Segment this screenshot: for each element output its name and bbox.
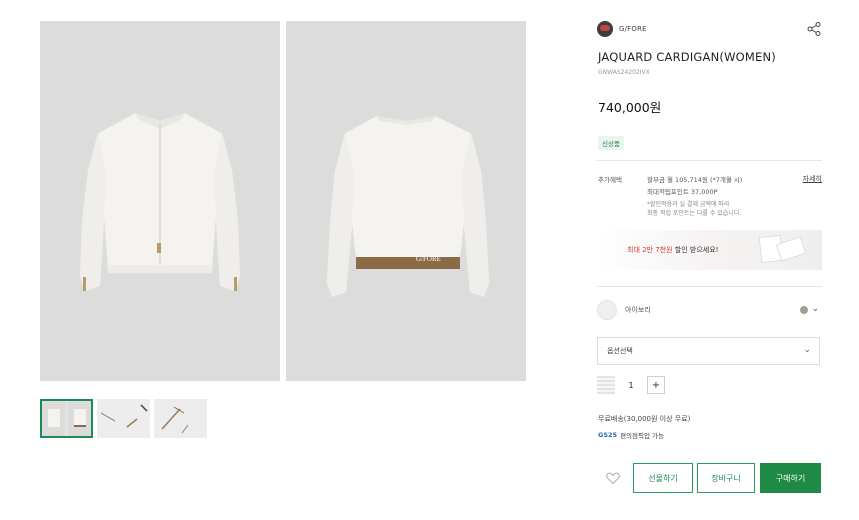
share-icon[interactable] [806,21,822,37]
thumb-cardigan-icon [40,399,93,438]
product-price: 740,000원 [598,100,662,115]
back-print-text: G/FORE [416,255,441,263]
option-select-dropdown[interactable]: 옵션선택 ⌄ [597,337,820,365]
color-selector[interactable]: 아이보리 ⌄ [597,298,822,322]
cardigan-front-icon [40,21,280,381]
product-photo-back[interactable]: G/FORE [286,21,526,381]
brand-row: G/FORE [597,20,825,38]
gift-button[interactable]: 선물하기 [633,463,693,493]
brand-name[interactable]: G/FORE [619,25,647,33]
color-name: 아이보리 [625,306,651,314]
benefits-label: 추가혜택 [598,176,622,184]
points-note-line2: 최종 적립 포인트는 다를 수 있습니다. [647,210,742,217]
product-photo-front[interactable] [40,21,280,381]
points-note-line1: *할인적용과 실 결제 금액에 따라 [647,201,730,208]
new-arrival-badge: 신상품 [598,136,624,150]
max-points-info: 최대적립포인트 37,000P [647,188,718,196]
pickup-info: 편의점픽업 가능 [620,432,664,440]
promo-text: 최대 2만 7천원 할인 받으세요! [627,245,718,255]
color-chip-icon [597,300,617,320]
pickup-row: GS25 편의점픽업 가능 [598,430,664,440]
product-title: JAQUARD CARDIGAN(WOMEN) [598,50,776,64]
gs25-logo-icon: GS25 [598,431,618,439]
divider [597,286,822,287]
buy-now-button[interactable]: 구매하기 [760,463,821,493]
thumbnail-3[interactable] [154,399,207,438]
quantity-stepper: 1 + [597,376,665,394]
divider [597,160,822,161]
promo-message: 할인 받으세요! [672,246,719,254]
chevron-down-icon: ⌄ [811,304,819,314]
benefits-detail-link[interactable]: 자세히 [803,174,822,184]
add-to-cart-button[interactable]: 장바구니 [697,463,755,493]
quantity-value: 1 [628,380,634,390]
shipping-info: 무료배송(30,000원 이상 무료) [598,415,691,423]
chevron-down-icon: ⌄ [803,345,811,355]
cardigan-back-icon: G/FORE [286,21,526,381]
product-code: GNWAS24202IVX [598,69,650,76]
action-buttons: 선물하기 장바구니 구매하기 [597,463,825,493]
thumb-zipper-detail-icon [97,399,150,438]
product-info-panel: G/FORE JAQUARD CARDIGAN(WOMEN) GNWAS2420… [597,0,825,520]
option-select-label: 옵션선택 [607,347,633,355]
quantity-minus-button[interactable] [597,376,615,394]
discount-promo-banner[interactable]: 최대 2만 7천원 할인 받으세요! [597,230,822,270]
thumbnail-2[interactable] [97,399,150,438]
heart-icon[interactable] [605,470,621,486]
thumbnail-1[interactable] [40,399,93,438]
color-swatch-dot [800,306,808,314]
installment-info: 할부금 월 105,714원 (*7개월 시) [647,176,743,184]
brand-logo-icon[interactable] [597,21,613,37]
thumb-tag-detail-icon [154,399,207,438]
quantity-plus-button[interactable]: + [647,376,665,394]
promo-highlight: 최대 2만 7천원 [627,246,673,254]
thumbnail-strip [40,399,207,438]
